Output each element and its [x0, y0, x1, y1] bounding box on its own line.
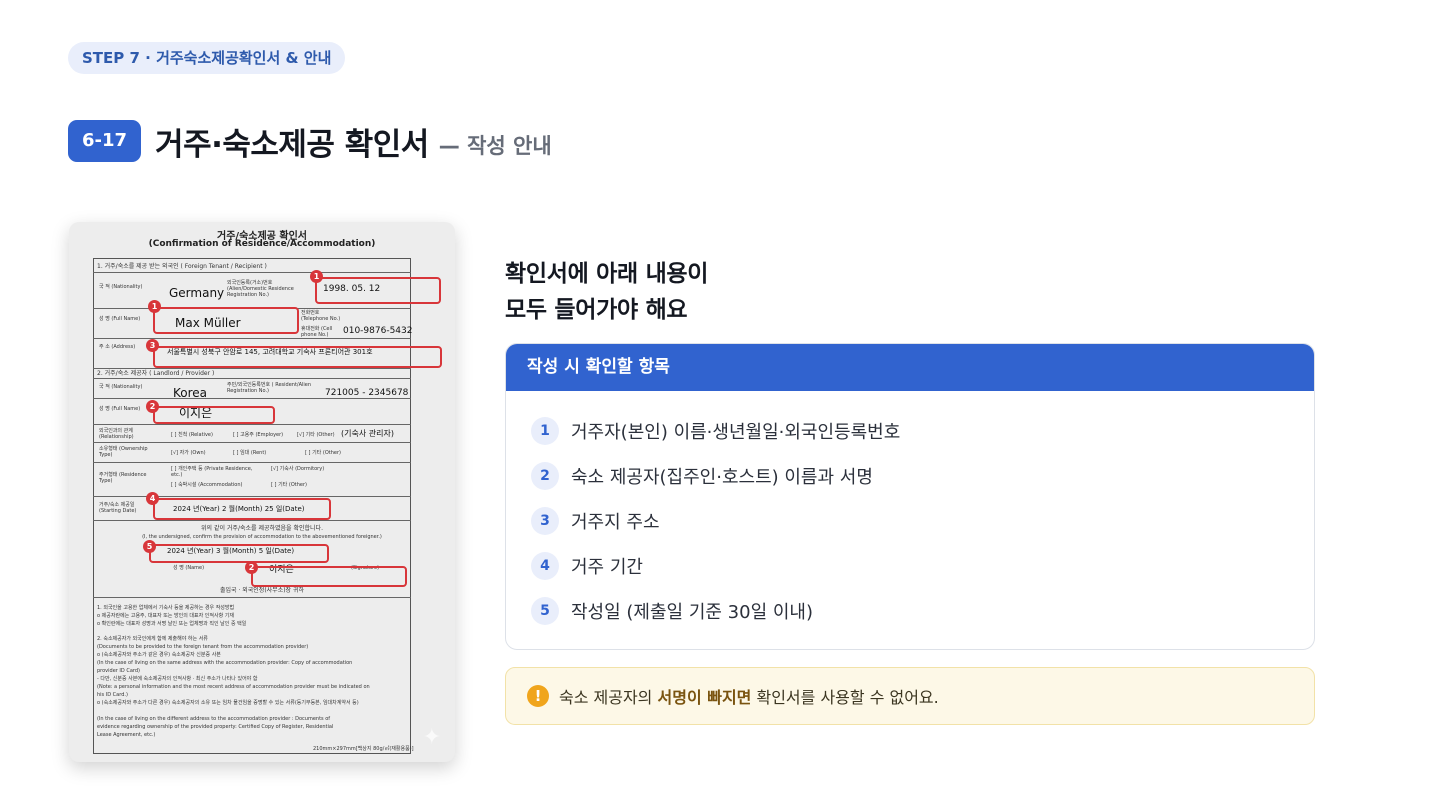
doc-ownership-label: 소유형태 (Ownership Type) — [99, 446, 148, 458]
warning-text-pre: 숙소 제공자의 — [559, 688, 658, 707]
doc-sign-label: 성 명 (Name) — [173, 565, 205, 571]
doc-title-en: (Confirmation of Residence/Accommodation… — [148, 239, 376, 249]
list-item: 3 거주지 주소 — [531, 507, 660, 535]
highlight-name — [153, 307, 299, 334]
doc-rel-other: [√] 기타 (Other) — [297, 432, 335, 438]
doc-res-private: [ ] 개인주택 등 (Private Residence, etc.) — [171, 466, 253, 478]
page-title-row: 6-17 거주·숙소제공 확인서 — 작성 안내 — [68, 119, 552, 163]
doc-confirm-en: (I, the undersigned, confirm the provisi… — [142, 534, 382, 540]
checklist-card: 작성 시 확인할 항목 1 거주자(본인) 이름·생년월일·외국인등록번호 2 … — [505, 343, 1315, 650]
doc-note-1b: o 확인란에는 대표자 성명과 서명 날인 또는 업체명과 직인 날인 중 택일 — [97, 621, 247, 627]
doc-note-2i: (In the case of living on the different … — [97, 716, 331, 722]
doc-relationship-label: 외국인과의 관계 (Relationship) — [99, 428, 134, 440]
doc-confirm-ko: 위의 같이 거주/숙소를 제공하였음을 확인합니다. — [201, 525, 323, 532]
marker-5: 5 — [143, 540, 156, 553]
right-heading-line-1: 확인서에 아래 내용이 — [505, 261, 709, 287]
highlight-address — [153, 346, 442, 368]
doc-note-2g: his ID Card.) — [97, 692, 128, 698]
doc-residence-label: 주거형태 (Residence Type) — [99, 472, 147, 484]
list-item-text: 거주 기간 — [571, 557, 643, 578]
marker-2b: 2 — [245, 561, 258, 574]
doc-note-2a: (Documents to be provided to the foreign… — [97, 644, 309, 650]
warning-text-bold: 서명이 빠지면 — [657, 688, 752, 707]
checklist-title: 작성 시 확인할 항목 — [506, 344, 1314, 391]
list-item-number: 4 — [531, 552, 559, 580]
highlight-written-date — [149, 544, 329, 563]
warning-text: 숙소 제공자의 서명이 빠지면 확인서를 사용할 수 없어요. — [559, 684, 939, 708]
doc-rel-relative: [ ] 친척 (Relative) — [171, 432, 213, 438]
doc-res-other: [ ] 기타 (Other) — [271, 482, 307, 488]
doc-p-name-label: 성 명 (Full Name) — [99, 406, 141, 412]
doc-note-1a: o 제공자란에는 고용주, 대표자 또는 방인의 대표자 인적사항 기재 — [97, 613, 234, 619]
doc-own-rent: [ ] 임대 (Rent) — [233, 450, 267, 456]
doc-nationality: Germany — [169, 286, 225, 300]
list-item: 2 숙소 제공자(집주인·호스트) 이름과 서명 — [531, 462, 873, 490]
doc-section-2: 2. 거주/숙소 제공자 ( Landlord / Provider ) — [97, 370, 215, 377]
doc-rel-employer: [ ] 고용주 (Employer) — [233, 432, 284, 438]
right-heading-line-2: 모두 들어가야 해요 — [505, 297, 688, 323]
doc-name-label: 성 명 (Full Name) — [99, 316, 141, 322]
doc-p-nationality-label: 국 적 (Nationality) — [99, 384, 143, 390]
doc-provider-nationality: Korea — [173, 386, 208, 400]
doc-note-2b: o (숙소제공자와 주소가 같은 경우) 숙소제공자 신분증 사본 — [97, 652, 221, 658]
doc-rel-other-value: (기숙사 관리자) — [341, 429, 394, 438]
doc-own-other: [ ] 기타 (Other) — [305, 450, 341, 456]
doc-cell-label: 휴대전화 (Cell phone No.) — [301, 326, 333, 338]
marker-4: 4 — [146, 492, 159, 505]
list-item: 1 거주자(본인) 이름·생년월일·외국인등록번호 — [531, 417, 900, 445]
page-title: 거주·숙소제공 확인서 — [155, 126, 429, 163]
doc-note-2e: - 다만, 신분증 사본에 숙소제공자의 인적사항 · 최신 주소가 나타나 있… — [97, 676, 258, 682]
step-label: STEP 7 · 거주숙소제공확인서 & 안내 — [68, 42, 346, 74]
highlight-birth — [315, 277, 441, 304]
highlight-start-date — [153, 498, 331, 520]
doc-provider-reg: 721005 - 2345678 — [325, 388, 409, 398]
doc-note-2h: o (숙소제공자와 주소가 다른 경우) 숙소제공자의 소유 또는 임차 물건임… — [97, 700, 359, 706]
list-item-text: 거주지 주소 — [571, 512, 660, 533]
doc-note-2: 2. 숙소제공자가 외국인에게 함께 제출해야 하는 서류 — [97, 636, 208, 642]
doc-note-2d: provider ID Card) — [97, 668, 140, 674]
doc-res-accom: [ ] 숙박시설 (Accommodation) — [171, 482, 243, 488]
doc-address-label: 주 소 (Address) — [99, 344, 136, 350]
list-item-number: 1 — [531, 417, 559, 445]
right-heading: 확인서에 아래 내용이 모두 들어가야 해요 — [505, 256, 708, 328]
section-number-badge: 6-17 — [68, 120, 142, 162]
warning-banner: ! 숙소 제공자의 서명이 빠지면 확인서를 사용할 수 없어요. — [505, 667, 1315, 725]
doc-phone: 010-9876-5432 — [343, 326, 413, 336]
doc-note-2c: (In the case of living on the same addre… — [97, 660, 353, 666]
exclamation-icon: ! — [527, 685, 549, 707]
doc-note-1: 1. 외국인을 고용한 업체에서 기숙사 등을 제공하는 경우 작성방법 — [97, 605, 235, 611]
list-item-number: 3 — [531, 507, 559, 535]
list-item-number: 5 — [531, 597, 559, 625]
confirmation-document-image: 거주/숙소제공 확인서 (Confirmation of Residence/A… — [69, 222, 455, 762]
doc-p-reg-label: 주민/외국인등록번호 ( Resident/Alien Registration… — [227, 382, 312, 394]
list-item: 4 거주 기간 — [531, 552, 643, 580]
list-item-text: 거주자(본인) 이름·생년월일·외국인등록번호 — [571, 422, 901, 443]
sparkle-icon: ✦ — [422, 725, 441, 750]
page-subtitle: — 작성 안내 — [438, 134, 552, 158]
marker-2a: 2 — [146, 400, 159, 413]
list-item-text: 숙소 제공자(집주인·호스트) 이름과 서명 — [571, 467, 873, 488]
highlight-signature — [251, 566, 407, 587]
doc-own-own: [√] 자가 (Own) — [171, 450, 206, 456]
list-item: 5 작성일 (제출일 기준 30일 이내) — [531, 597, 813, 625]
marker-3: 3 — [146, 339, 159, 352]
warning-text-post: 확인서를 사용할 수 없어요. — [751, 688, 939, 707]
doc-addressee: 출입국 · 외국인청(사무소)장 귀하 — [219, 587, 305, 594]
doc-reg-label: 외국인등록(거소)번호 (Alien/Domestic Residence Re… — [227, 280, 294, 298]
doc-res-dorm: [√] 기숙사 (Dormitory) — [271, 466, 325, 472]
highlight-provider-name — [153, 406, 275, 424]
doc-tel-label: 전화번호 (Telephone No.) — [301, 310, 341, 322]
doc-section-1: 1. 거주/숙소를 제공 받는 외국인 ( Foreign Tenant / R… — [97, 263, 267, 270]
list-item-number: 2 — [531, 462, 559, 490]
list-item-text: 작성일 (제출일 기준 30일 이내) — [571, 602, 813, 623]
doc-note-2f: (Note: a personal information and the mo… — [97, 684, 370, 690]
marker-1b: 1 — [148, 300, 161, 313]
doc-note-2j: evidence regarding ownership of the prov… — [97, 724, 334, 730]
doc-note-2k: Lease Agreement, etc.) — [97, 732, 156, 738]
marker-1a: 1 — [310, 270, 323, 283]
doc-paper-spec: 210mm×297mm[백상지 80g/㎡(재활용품)] — [313, 746, 414, 752]
doc-nationality-label: 국 적 (Nationality) — [99, 284, 143, 290]
